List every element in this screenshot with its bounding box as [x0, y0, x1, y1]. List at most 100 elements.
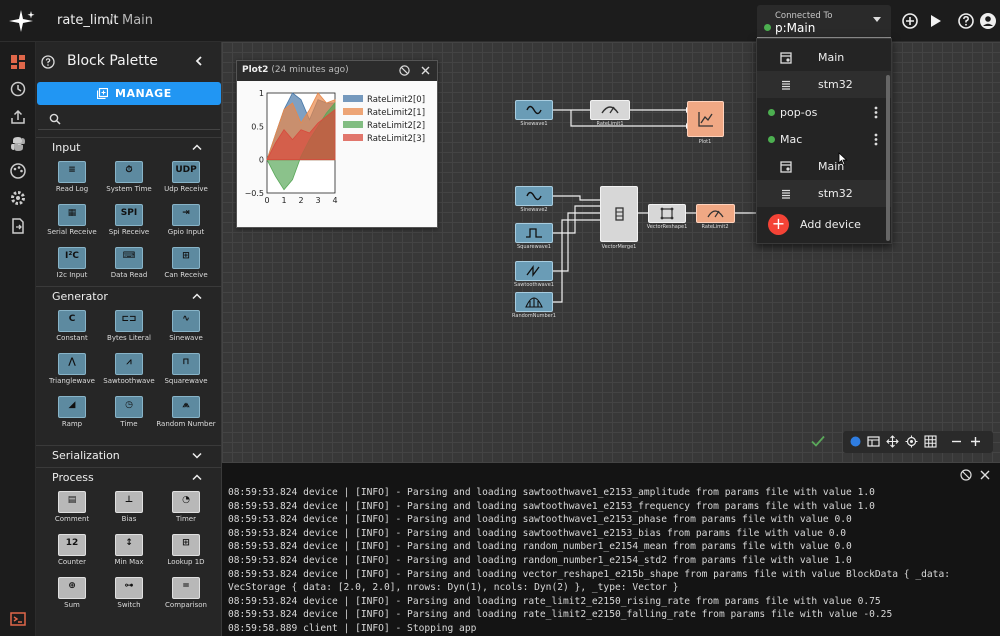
check-icon [811, 435, 825, 447]
move-icon[interactable] [886, 435, 899, 448]
node-vectorreshape1[interactable] [648, 204, 686, 223]
node-label: RateLimit1 [596, 121, 624, 127]
status-dot-icon[interactable] [849, 435, 862, 448]
squarewave-icon [526, 228, 542, 238]
dropdown-item-device[interactable]: Mac [757, 126, 891, 153]
dropdown-item-device[interactable]: pop-os [757, 99, 891, 126]
device-status-dot [768, 136, 775, 143]
node-squarewave1[interactable] [515, 223, 553, 243]
node-ratelimit1[interactable] [590, 100, 630, 120]
plot-window[interactable]: Plot2 (24 minutes ago) 0 1 2 3 4 1 0.5 0 −0.5 Rat… [236, 60, 438, 228]
more-vert-icon[interactable] [874, 133, 878, 146]
y-tick-label: 1 [259, 89, 264, 98]
x-tick-label: 0 [264, 196, 269, 205]
log-lines: 08:59:53.824 device | [INFO] - Parsing a… [228, 486, 950, 636]
device-name: pop-os [780, 106, 818, 119]
node-plot1[interactable] [687, 101, 724, 137]
y-tick-label: −0.5 [245, 189, 264, 198]
center-focus-icon[interactable] [905, 435, 918, 448]
log-line: 08:59:53.824 device | [INFO] - Parsing a… [228, 487, 875, 498]
more-vert-icon[interactable] [874, 106, 878, 119]
plot-window-header[interactable]: Plot2 (24 minutes ago) [237, 61, 437, 81]
node-ratelimit2[interactable] [696, 204, 735, 223]
node-label: RandomNumber1 [512, 313, 556, 319]
log-console: 08:59:53.824 device | [INFO] - Parsing a… [222, 462, 1000, 636]
log-line: 08:59:53.824 device | [INFO] - Parsing a… [228, 500, 875, 512]
node-sinewave1[interactable] [515, 100, 553, 120]
node-label: Plot1 [698, 139, 712, 145]
x-tick-label: 3 [315, 196, 320, 205]
sawtooth-icon [526, 265, 540, 277]
clear-icon[interactable] [960, 469, 972, 481]
plot-chart: 0 1 2 3 410.50−0.5RateLimit2[0]RateLimit2[1]… [245, 89, 425, 205]
x-tick-label: 2 [298, 196, 303, 205]
node-label: Sawtoothwave1 [514, 282, 554, 288]
log-line: 08:59:53.824 device | [INFO] - Parsing a… [228, 568, 950, 580]
legend-swatch-2 [343, 121, 363, 128]
node-label: RateLimit2 [701, 224, 729, 230]
layout-icon[interactable] [867, 435, 880, 448]
close-icon[interactable] [420, 65, 431, 76]
legend-label-2: RateLimit2[2] [367, 121, 425, 131]
legend-label-0: RateLimit2[0] [367, 95, 425, 105]
vector-merge-icon [615, 207, 624, 221]
legend-swatch-3 [343, 134, 363, 141]
log-line: 08:59:53.824 device | [INFO] - Parsing a… [228, 527, 847, 539]
legend-label-1: RateLimit2[1] [367, 108, 425, 118]
gauge-icon [707, 210, 724, 218]
y-tick-label: 0 [259, 156, 264, 165]
node-sinewave2[interactable] [515, 186, 553, 206]
add-device-label[interactable]: Add device [800, 218, 861, 231]
dropdown-item-page[interactable]: Main [757, 153, 891, 180]
page-name: Main [818, 51, 845, 64]
random-icon [525, 297, 543, 308]
log-line: 08:59:53.824 device | [INFO] - Parsing a… [228, 595, 881, 607]
gauge-icon [601, 106, 619, 114]
dropdown-item-chip[interactable]: stm32 [757, 71, 891, 98]
dropdown-scrollbar[interactable] [886, 75, 890, 241]
log-line: 08:59:53.824 device | [INFO] - Parsing a… [228, 514, 852, 526]
device-name: Mac [780, 133, 803, 146]
node-label: Squarewave1 [517, 244, 551, 250]
node-vectormerge1[interactable] [600, 186, 638, 242]
plot-window-title: Plot2 (24 minutes ago) [242, 65, 349, 75]
log-line: 08:59:53.824 device | [INFO] - Parsing a… [228, 554, 852, 566]
legend-swatch-0 [343, 95, 363, 102]
device-dropdown-menu: Main stm32 pop-os Mac Main stm32 + Add device [756, 38, 892, 244]
node-label: Sinewave2 [520, 207, 548, 213]
reshape-icon [660, 207, 674, 220]
app-window: rate_limit / Main Connected To p:Main Bl… [0, 0, 1000, 636]
sinewave-icon [526, 191, 542, 201]
x-tick-label: 1 [281, 196, 286, 205]
zoom-out-icon[interactable] [950, 435, 963, 448]
node-randomnumber1[interactable] [515, 292, 553, 312]
page-icon [780, 52, 792, 64]
log-line: 08:59:53.824 device | [INFO] - Parsing a… [228, 541, 852, 553]
device-status-dot [768, 109, 775, 116]
log-line: VecStorage { data: [2.0, 2.0], nrows: Dy… [228, 582, 679, 594]
legend-label-3: RateLimit2[3] [367, 134, 425, 144]
log-line: 08:59:53.824 device | [INFO] - Parsing a… [228, 609, 893, 621]
node-label: Sinewave1 [520, 121, 548, 127]
x-tick-label: 4 [332, 196, 337, 205]
chip-icon [782, 189, 790, 199]
dropdown-item-chip[interactable]: stm32 [757, 180, 891, 207]
log-line: 08:59:58.889 client | [INFO] - Stopping … [228, 622, 477, 634]
zoom-in-icon[interactable] [969, 435, 982, 448]
plot-icon [698, 112, 713, 127]
chip-icon [782, 80, 790, 90]
page-icon [780, 161, 792, 173]
y-tick-label: 0.5 [251, 122, 264, 131]
grid-icon[interactable] [924, 435, 937, 448]
add-device-button[interactable]: + [768, 214, 789, 235]
mouse-cursor-icon [838, 152, 848, 166]
close-icon[interactable] [979, 469, 991, 481]
disable-icon[interactable] [399, 65, 410, 76]
dropdown-item-page[interactable]: Main [757, 44, 891, 71]
sinewave-icon [526, 105, 542, 115]
canvas-controls [843, 431, 993, 453]
node-sawtoothwave1[interactable] [515, 261, 553, 281]
node-label: VectorMerge1 [601, 244, 637, 250]
chip-name: stm32 [818, 78, 853, 91]
chip-name: stm32 [818, 187, 853, 200]
